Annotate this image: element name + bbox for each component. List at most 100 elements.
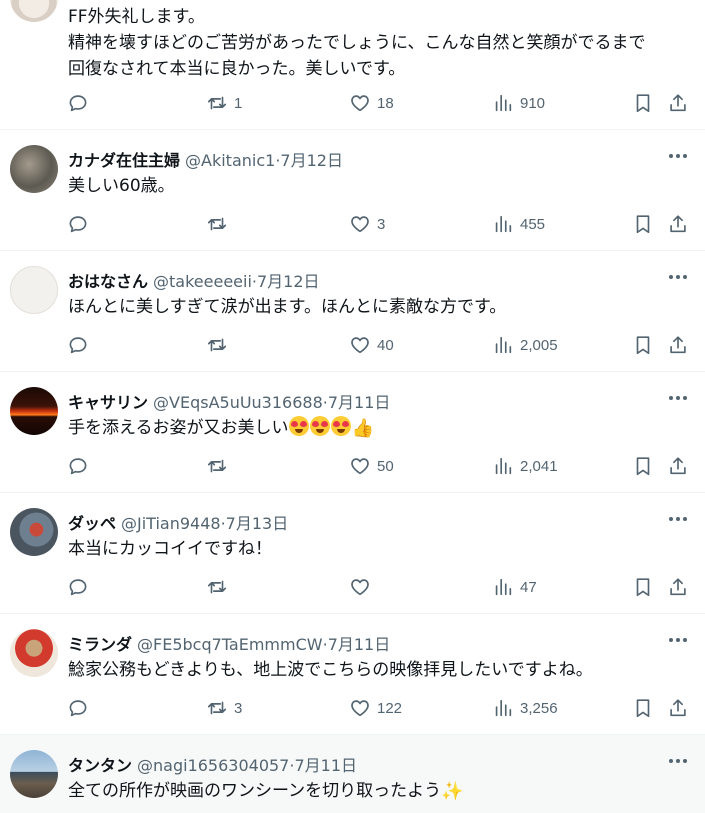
tweet[interactable]: おはなさん @takeeeeeii · 7月12日 ほんとに美しすぎて涙が出ます… <box>0 251 705 372</box>
share-button[interactable] <box>667 575 689 599</box>
tweet[interactable]: タンタン @nagi1656304057 · 7月11日 全ての所作が映画のワン… <box>0 735 705 813</box>
repost-button[interactable] <box>206 454 234 478</box>
like-button[interactable]: 40 <box>349 333 394 357</box>
reply-icon <box>67 455 89 477</box>
like-button[interactable]: 122 <box>349 696 402 720</box>
display-name[interactable]: おはなさん <box>68 268 148 292</box>
bookmark-button[interactable] <box>632 212 654 236</box>
more-icon[interactable] <box>665 750 691 772</box>
handle[interactable]: @JiTian9448 <box>121 514 221 533</box>
bookmark-button[interactable] <box>632 454 654 478</box>
tweet-text: FF外失礼します。 精神を壊すほどのご苦労があったでしょうに、こんな自然と笑顔が… <box>68 4 693 82</box>
like-count: 3 <box>377 215 386 233</box>
timestamp[interactable]: 7月11日 <box>294 752 357 776</box>
timestamp[interactable]: 7月11日 <box>328 389 391 413</box>
share-button[interactable] <box>667 454 689 478</box>
more-icon[interactable] <box>665 145 691 167</box>
avatar[interactable] <box>10 508 58 556</box>
share-button[interactable] <box>667 212 689 236</box>
avatar[interactable] <box>10 750 58 798</box>
display-name[interactable]: キャサリン <box>68 389 148 413</box>
tweet[interactable]: キャサリン @VEqsA5uUu316688 · 7月11日 手を添えるお姿が又… <box>0 372 705 493</box>
reply-button[interactable] <box>67 91 95 115</box>
reply-icon <box>67 576 89 598</box>
views-button[interactable]: 3,256 <box>492 696 558 720</box>
display-name[interactable]: ダッペ <box>68 510 116 534</box>
tweet[interactable]: カナダ在住主婦 @Akitanic1 · 7月12日 美しい60歳。 3 455 <box>0 130 705 251</box>
views-button[interactable]: 455 <box>492 212 545 236</box>
timestamp[interactable]: 7月11日 <box>328 631 391 655</box>
reply-button[interactable] <box>67 575 95 599</box>
handle[interactable]: @nagi1656304057 <box>137 756 289 775</box>
timestamp[interactable]: 7月12日 <box>280 147 343 171</box>
handle[interactable]: @Akitanic1 <box>185 151 275 170</box>
bookmark-button[interactable] <box>632 333 654 357</box>
more-icon[interactable] <box>665 266 691 288</box>
reply-icon <box>67 92 89 114</box>
bookmark-icon <box>632 576 654 598</box>
view-count: 3,256 <box>520 699 558 717</box>
tweet-actions: 50 2,041 <box>0 454 705 478</box>
tweet-actions: 3 455 <box>0 212 705 236</box>
share-button[interactable] <box>667 91 689 115</box>
bookmark-icon <box>632 697 654 719</box>
more-icon[interactable] <box>665 629 691 651</box>
tweet[interactable]: ダッペ @JiTian9448 · 7月13日 本当にカッコイイですね！ 47 <box>0 493 705 614</box>
repost-button[interactable]: 3 <box>206 696 242 720</box>
bookmark-button[interactable] <box>632 696 654 720</box>
share-button[interactable] <box>667 696 689 720</box>
heart-eyes-emoji <box>309 416 330 436</box>
reply-button[interactable] <box>67 696 95 720</box>
bookmark-button[interactable] <box>632 575 654 599</box>
handle[interactable]: @FE5bcq7TaEmmmCW <box>137 635 323 654</box>
timestamp[interactable]: 7月13日 <box>226 510 289 534</box>
reply-button[interactable] <box>67 454 95 478</box>
repost-button[interactable] <box>206 333 234 357</box>
tweet[interactable]: ミランダ @FE5bcq7TaEmmmCW · 7月11日 鯰家公務もどきよりも… <box>0 614 705 735</box>
tweet-header: おはなさん @takeeeeeii · 7月12日 <box>68 268 320 292</box>
heart-eyes-emoji <box>288 416 309 436</box>
avatar[interactable] <box>10 266 58 314</box>
bookmark-icon <box>632 455 654 477</box>
display-name[interactable]: カナダ在住主婦 <box>68 147 180 171</box>
tweet-partial[interactable]: FF外失礼します。 精神を壊すほどのご苦労があったでしょうに、こんな自然と笑顔が… <box>0 0 705 130</box>
reply-button[interactable] <box>67 333 95 357</box>
views-button[interactable]: 47 <box>492 575 537 599</box>
display-name[interactable]: ミランダ <box>68 631 132 655</box>
timestamp[interactable]: 7月12日 <box>257 268 320 292</box>
like-button[interactable]: 18 <box>349 91 394 115</box>
view-count: 2,041 <box>520 457 558 475</box>
views-button[interactable]: 2,041 <box>492 454 558 478</box>
handle[interactable]: @takeeeeeii <box>153 272 252 291</box>
repost-icon <box>206 92 228 114</box>
views-button[interactable]: 910 <box>492 91 545 115</box>
repost-button[interactable]: 1 <box>206 91 242 115</box>
repost-button[interactable] <box>206 575 234 599</box>
more-icon[interactable] <box>665 508 691 530</box>
avatar[interactable] <box>10 629 58 677</box>
handle[interactable]: @VEqsA5uUu316688 <box>153 393 323 412</box>
like-icon <box>349 697 371 719</box>
avatar[interactable] <box>10 145 58 193</box>
share-icon <box>667 455 689 477</box>
like-button[interactable]: 3 <box>349 212 385 236</box>
display-name[interactable]: タンタン <box>68 752 132 776</box>
tweet-text-body: 全ての所作が映画のワンシーンを切り取ったよう <box>68 781 442 801</box>
tweet-actions: 3 122 3,256 <box>0 696 705 720</box>
avatar[interactable] <box>10 387 58 435</box>
share-button[interactable] <box>667 333 689 357</box>
like-button[interactable]: 50 <box>349 454 394 478</box>
avatar[interactable] <box>10 0 58 22</box>
view-count: 455 <box>520 215 546 233</box>
tweet-text-body: 手を添えるお姿が又お美しい <box>68 418 289 438</box>
bookmark-button[interactable] <box>632 91 654 115</box>
views-button[interactable]: 2,005 <box>492 333 558 357</box>
more-icon[interactable] <box>665 387 691 409</box>
like-button[interactable] <box>349 575 377 599</box>
repost-button[interactable] <box>206 212 234 236</box>
repost-count: 1 <box>234 94 243 112</box>
reply-button[interactable] <box>67 212 95 236</box>
like-count: 50 <box>377 457 394 475</box>
tweet-header: タンタン @nagi1656304057 · 7月11日 <box>68 752 357 776</box>
tweet-text-line: FF外失礼します。 <box>68 7 205 27</box>
